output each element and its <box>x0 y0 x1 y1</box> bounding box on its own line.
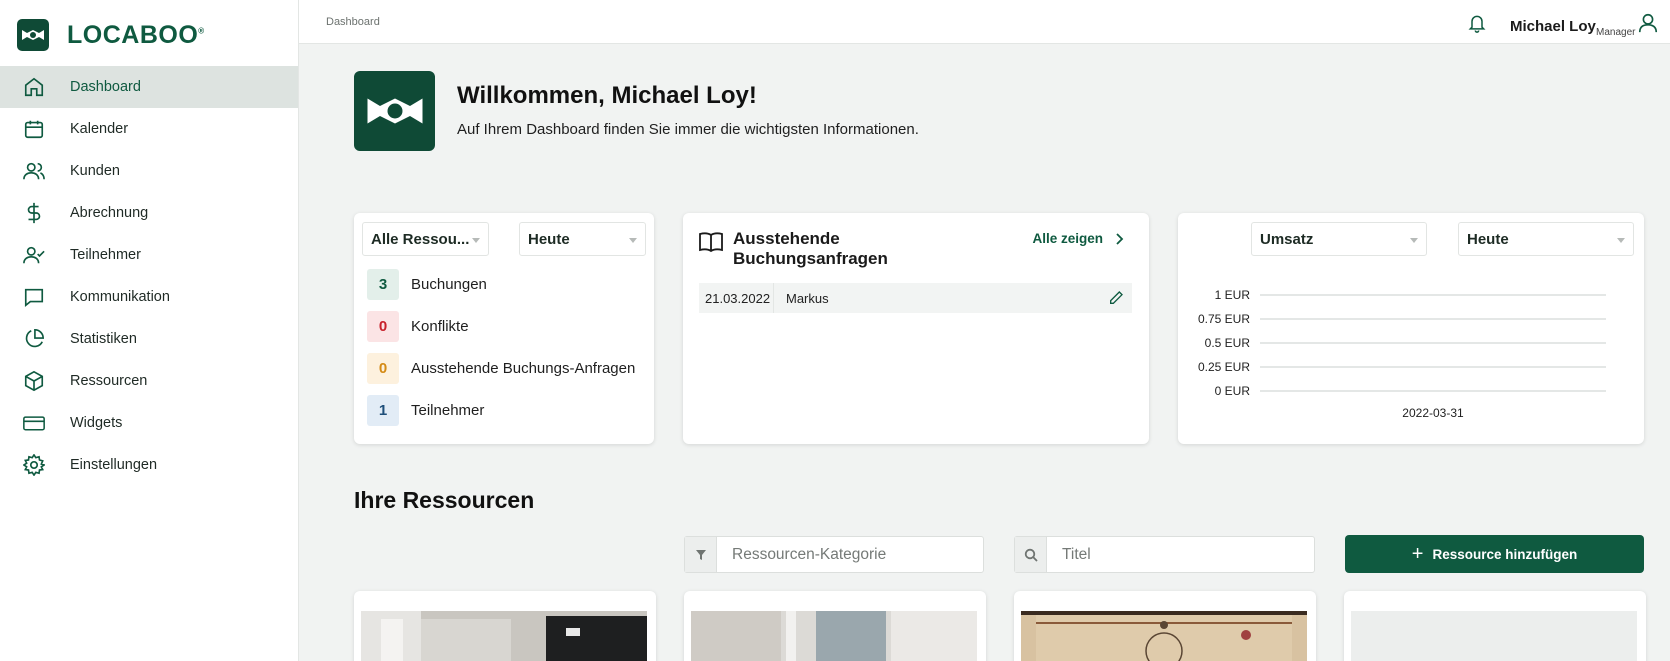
resource-card[interactable] <box>354 591 656 661</box>
user-name[interactable]: Michael Loy <box>1510 18 1596 35</box>
chevron-down-icon <box>629 238 637 243</box>
search-icon <box>1015 537 1047 572</box>
request-date: 21.03.2022 <box>699 283 774 313</box>
sidebar-item-label: Ressourcen <box>70 373 148 389</box>
revenue-chart: 1 EUR 0.75 EUR 0.5 EUR 0.25 EUR 0 EUR 2022-03… <box>1198 288 1606 420</box>
resource-image <box>361 611 647 661</box>
welcome-title: Willkommen, Michael Loy! <box>457 82 757 109</box>
calendar-icon <box>23 118 45 140</box>
user-role: Manager <box>1596 27 1636 38</box>
sidebar-item-kunden[interactable]: Kunden <box>0 150 298 192</box>
pie-chart-icon <box>23 328 45 350</box>
resource-image <box>1021 611 1307 661</box>
stat-row[interactable]: 0 Konflikte <box>367 310 469 342</box>
request-row[interactable]: 21.03.2022 Markus <box>699 283 1132 313</box>
stat-label: Buchungen <box>411 275 487 293</box>
logo-mark-icon <box>367 98 422 124</box>
stat-row[interactable]: 1 Teilnehmer <box>367 394 485 426</box>
filter-icon <box>685 537 717 572</box>
stat-row[interactable]: 3 Buchungen <box>367 268 487 300</box>
book-open-icon <box>699 231 723 258</box>
sidebar-item-kalender[interactable]: Kalender <box>0 108 298 150</box>
stats-card: Alle Ressou... Heute 3 Buchungen 0 Konflikt… <box>354 213 654 444</box>
request-name: Markus <box>786 290 829 306</box>
resource-select[interactable]: Alle Ressou... <box>362 222 489 256</box>
resources-title: Ihre Ressourcen <box>354 487 535 513</box>
logo-mark-icon <box>17 19 49 51</box>
sidebar: LOCABOO® Dashboard Kalender Kunden Abrec… <box>0 0 299 661</box>
add-resource-button[interactable]: + Ressource hinzufügen <box>1345 535 1644 573</box>
user-icon[interactable] <box>1637 12 1659 39</box>
resource-image <box>691 611 977 661</box>
y-tick-label: 0 EUR <box>1215 384 1251 398</box>
requests-title: Ausstehende Buchungsanfragen <box>733 229 888 268</box>
topbar: Dashboard Michael Loy Manager <box>299 0 1670 44</box>
message-icon <box>23 286 45 308</box>
category-placeholder: Ressourcen-Kategorie <box>732 545 887 563</box>
sidebar-item-label: Abrechnung <box>70 205 149 221</box>
y-tick-label: 0.5 EUR <box>1205 336 1251 350</box>
title-search-input[interactable]: Titel <box>1014 536 1315 573</box>
resource-card[interactable] <box>1014 591 1316 661</box>
sidebar-item-label: Kalender <box>70 121 129 137</box>
sidebar-item-abrechnung[interactable]: Abrechnung <box>0 192 298 234</box>
settings-icon <box>23 454 45 476</box>
category-filter[interactable]: Ressourcen-Kategorie <box>684 536 984 573</box>
sidebar-item-label: Einstellungen <box>70 457 158 473</box>
stat-label: Teilnehmer <box>411 401 485 419</box>
home-icon <box>23 76 45 98</box>
dollar-icon <box>23 202 45 224</box>
y-tick-label: 0.25 EUR <box>1198 360 1250 374</box>
plus-icon: + <box>1411 543 1424 565</box>
sidebar-nav: Dashboard Kalender Kunden Abrechnung Tei… <box>0 66 298 486</box>
sidebar-item-ressourcen[interactable]: Ressourcen <box>0 360 298 402</box>
sidebar-item-widgets[interactable]: Widgets <box>0 402 298 444</box>
sidebar-item-label: Kommunikation <box>70 289 170 305</box>
show-all-link[interactable]: Alle zeigen <box>1032 231 1127 246</box>
credit-card-icon <box>23 412 45 434</box>
box-icon <box>23 370 45 392</box>
stat-count-badge: 0 <box>367 310 399 342</box>
users-icon <box>23 160 45 182</box>
stat-label: Konflikte <box>411 317 469 335</box>
resource-card[interactable] <box>684 591 986 661</box>
stat-row[interactable]: 0 Ausstehende Buchungs-Anfragen <box>367 352 636 384</box>
resource-card[interactable] <box>1344 591 1646 661</box>
period-select[interactable]: Heute <box>519 222 646 256</box>
app-logo[interactable]: LOCABOO® <box>17 18 205 52</box>
sidebar-item-label: Dashboard <box>70 79 141 95</box>
sidebar-item-statistiken[interactable]: Statistiken <box>0 318 298 360</box>
sidebar-item-kommunikation[interactable]: Kommunikation <box>0 276 298 318</box>
welcome-logo <box>354 71 435 151</box>
welcome-subtitle: Auf Ihrem Dashboard finden Sie immer die… <box>457 121 919 138</box>
title-placeholder: Titel <box>1062 545 1091 563</box>
sidebar-item-label: Teilnehmer <box>70 247 141 263</box>
y-tick-label: 1 EUR <box>1215 288 1251 302</box>
stat-count-badge: 0 <box>367 352 399 384</box>
resource-image-placeholder <box>1351 611 1637 661</box>
chevron-right-icon <box>1116 232 1124 245</box>
sidebar-item-einstellungen[interactable]: Einstellungen <box>0 444 298 486</box>
sidebar-item-teilnehmer[interactable]: Teilnehmer <box>0 234 298 276</box>
requests-card: Ausstehende Buchungsanfragen Alle zeigen… <box>683 213 1149 444</box>
chevron-down-icon <box>472 238 480 243</box>
sidebar-item-label: Statistiken <box>70 331 137 347</box>
x-tick-label: 2022-03-31 <box>1402 406 1464 420</box>
stat-count-badge: 1 <box>367 394 399 426</box>
sidebar-item-label: Widgets <box>70 415 123 431</box>
y-tick-label: 0.75 EUR <box>1198 312 1250 326</box>
brand-name: LOCABOO® <box>67 20 205 49</box>
user-check-icon <box>23 244 45 266</box>
bell-icon[interactable] <box>1467 12 1487 39</box>
stat-count-badge: 3 <box>367 268 399 300</box>
sidebar-item-label: Kunden <box>70 163 120 179</box>
breadcrumb[interactable]: Dashboard <box>326 16 380 28</box>
revenue-card: Umsatz Heute 1 EUR 0.75 EUR 0.5 EUR 0.25 EU… <box>1178 213 1644 444</box>
edit-pencil-icon[interactable] <box>1108 290 1124 309</box>
stat-label: Ausstehende Buchungs-Anfragen <box>411 359 636 377</box>
sidebar-item-dashboard[interactable]: Dashboard <box>0 66 298 108</box>
